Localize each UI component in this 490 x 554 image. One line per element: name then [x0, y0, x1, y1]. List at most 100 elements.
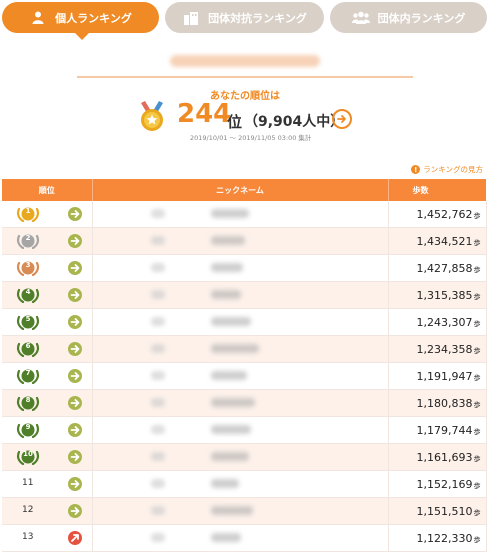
- tab-in-team-ranking[interactable]: 団体内ランキング: [330, 2, 487, 33]
- trend-same-icon[interactable]: [67, 261, 82, 275]
- table-row: 2 1,434,521歩: [2, 227, 487, 255]
- rank-number: 10: [23, 450, 33, 458]
- steps-unit: 歩: [473, 481, 481, 490]
- blurred-avatar: [150, 506, 165, 515]
- rank-number: 3: [25, 261, 31, 269]
- trend-same-icon[interactable]: [67, 504, 82, 518]
- aggregation-period: 2019/10/01 〜 2019/11/05 03:00 集計: [190, 134, 312, 142]
- tab-label: 団体対抗ランキング: [208, 11, 307, 25]
- header-rank: 順位: [2, 179, 93, 201]
- tab-team-ranking[interactable]: 団体対抗ランキング: [165, 2, 324, 33]
- nickname-cell: [92, 308, 389, 336]
- nickname-cell: [92, 416, 389, 444]
- rank-number: 8: [25, 396, 31, 404]
- my-rank-label: あなたの順位は: [210, 91, 280, 102]
- table-row: 4 1,315,385歩: [2, 281, 487, 309]
- blurred-nickname: [210, 371, 247, 380]
- nickname-cell: [92, 443, 389, 471]
- steps-unit: 歩: [473, 508, 481, 517]
- building-icon: [182, 10, 200, 26]
- steps-cell: 1,191,947歩: [388, 362, 487, 390]
- rank-cell: 2: [2, 227, 58, 255]
- tab-individual-ranking[interactable]: 個人ランキング: [2, 2, 159, 33]
- trend-same-icon[interactable]: [67, 450, 82, 464]
- trend-same-icon[interactable]: [67, 423, 82, 437]
- trend-same-icon[interactable]: [67, 315, 82, 329]
- blurred-avatar: [150, 263, 165, 272]
- rank-cell: 6: [2, 335, 58, 363]
- tab-label: 団体内ランキング: [377, 11, 466, 25]
- medal-icon: [141, 101, 163, 131]
- my-rank-unit: 位: [227, 113, 243, 131]
- nickname-cell: [92, 281, 389, 309]
- trend-cell: [58, 335, 93, 363]
- steps-cell: 1,179,744歩: [388, 416, 487, 444]
- blurred-avatar: [150, 425, 165, 434]
- rank-cell: 8: [2, 389, 58, 417]
- steps-value: 1,243,307: [416, 315, 473, 329]
- blurred-avatar: [150, 209, 165, 218]
- rank-number: 9: [25, 423, 31, 431]
- trend-cell: [58, 524, 93, 552]
- trend-same-icon[interactable]: [67, 234, 82, 248]
- blurred-nickname: [210, 236, 245, 245]
- steps-cell: 1,427,858歩: [388, 254, 487, 282]
- nickname-cell: [92, 201, 389, 228]
- rank-cell: 13: [2, 524, 58, 552]
- header-steps: 歩数: [388, 179, 486, 201]
- nickname-cell: [92, 470, 389, 498]
- steps-unit: 歩: [473, 454, 481, 463]
- trend-cell: [58, 362, 93, 390]
- trend-cell: [58, 470, 93, 498]
- trend-cell: [58, 201, 93, 228]
- ranking-tabs: 個人ランキング 団体対抗ランキング 団体内ランキング: [0, 0, 490, 46]
- steps-unit: 歩: [473, 535, 481, 544]
- trend-same-icon[interactable]: [67, 288, 82, 302]
- trend-same-icon[interactable]: [67, 369, 82, 383]
- rank-cell: 1: [2, 201, 58, 228]
- blurred-nickname: [210, 533, 241, 542]
- blurred-avatar: [150, 344, 165, 353]
- rank-number: 13: [22, 532, 34, 542]
- blurred-nickname: [210, 425, 251, 434]
- ranking-help-link[interactable]: ! ランキングの見方: [411, 164, 483, 175]
- rank-number: 11: [22, 478, 34, 488]
- steps-cell: 1,234,358歩: [388, 335, 487, 363]
- steps-unit: 歩: [473, 373, 481, 382]
- trend-same-icon[interactable]: [67, 342, 82, 356]
- rank-cell: 9: [2, 416, 58, 444]
- steps-value: 1,315,385: [416, 288, 473, 302]
- steps-value: 1,179,744: [416, 423, 473, 437]
- rank-number: 4: [25, 288, 31, 296]
- steps-value: 1,434,521: [416, 234, 473, 248]
- divider: [77, 76, 413, 78]
- rank-number: 6: [25, 342, 31, 350]
- nickname-cell: [92, 497, 389, 525]
- steps-cell: 1,180,838歩: [388, 389, 487, 417]
- trend-same-icon[interactable]: [67, 477, 82, 491]
- blurred-avatar: [150, 317, 165, 326]
- help-link-label: ランキングの見方: [423, 165, 483, 174]
- blurred-avatar: [150, 533, 165, 542]
- my-rank-arrow-button[interactable]: [332, 109, 352, 129]
- trend-same-icon[interactable]: [67, 396, 82, 410]
- blurred-event-title: [170, 55, 320, 67]
- nickname-cell: [92, 335, 389, 363]
- person-icon: [29, 10, 47, 26]
- trend-cell: [58, 416, 93, 444]
- steps-unit: 歩: [473, 346, 481, 355]
- arrow-right-icon: [337, 115, 346, 123]
- ranking-table: 順位 ニックネーム 歩数 1 1,452,762歩 2 1,434,521歩 3 1,42…: [2, 179, 487, 552]
- steps-cell: 1,122,330歩: [388, 524, 487, 552]
- nickname-cell: [92, 362, 389, 390]
- steps-unit: 歩: [473, 427, 481, 436]
- rank-cell: 4: [2, 281, 58, 309]
- trend-cell: [58, 389, 93, 417]
- steps-cell: 1,151,510歩: [388, 497, 487, 525]
- trend-same-icon[interactable]: [67, 207, 82, 221]
- steps-value: 1,191,947: [416, 369, 473, 383]
- blurred-avatar: [150, 452, 165, 461]
- trend-up-icon[interactable]: [67, 531, 82, 545]
- rank-number: 1: [25, 207, 31, 215]
- trend-cell: [58, 227, 93, 255]
